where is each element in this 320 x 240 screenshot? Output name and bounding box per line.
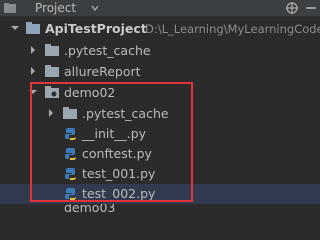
chevron-right-icon[interactable]: [28, 66, 38, 76]
tree-root-row[interactable]: ApiTestProject D:\L_Learning\MyLearningC…: [0, 19, 320, 39]
folder-icon: [45, 65, 59, 77]
root-project-path: D:\L_Learning\MyLearningCode: [145, 22, 320, 36]
tree-item-allure-report[interactable]: allureReport: [0, 62, 320, 82]
tool-window-title[interactable]: Project: [35, 1, 76, 15]
folder-icon: [45, 44, 59, 56]
tree-item-label: demo03: [64, 204, 116, 212]
project-tool-window-header: Project: [0, 0, 320, 17]
tree-item-pytest-cache[interactable]: .pytest_cache: [0, 41, 320, 61]
dropdown-caret-icon[interactable]: [90, 3, 100, 13]
tree-item-label: .pytest_cache: [64, 43, 151, 58]
project-folder-icon: [4, 3, 16, 13]
tree-item-partial[interactable]: demo03: [0, 204, 320, 212]
crosshair-gear-icon[interactable]: [285, 1, 299, 15]
tree-item-label: allureReport: [64, 64, 141, 79]
hide-icon[interactable]: [306, 7, 316, 9]
chevron-down-icon[interactable]: [10, 23, 20, 33]
root-project-name: ApiTestProject: [45, 21, 147, 36]
module-folder-icon: [26, 22, 40, 34]
highlight-box: [30, 82, 193, 202]
chevron-right-icon[interactable]: [28, 45, 38, 55]
